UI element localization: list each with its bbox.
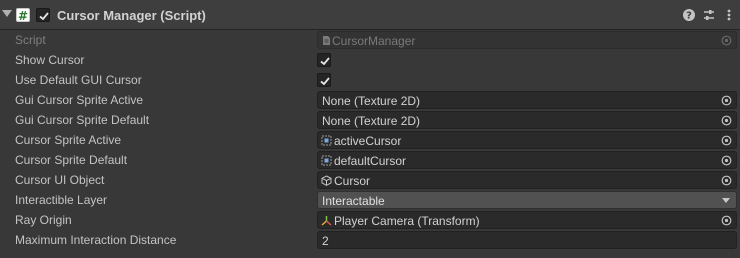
show-cursor-label: Show Cursor <box>15 53 85 67</box>
show-cursor-checkbox[interactable] <box>317 53 331 67</box>
foldout-arrow-icon[interactable] <box>2 10 12 17</box>
object-picker-icon[interactable] <box>721 215 732 226</box>
gui-cursor-sprite-default-label: Gui Cursor Sprite Default <box>15 113 150 127</box>
cursor-ui-object-label: Cursor UI Object <box>15 173 105 187</box>
gui-cursor-sprite-default-value: None (Texture 2D) <box>322 114 421 128</box>
gui-cursor-sprite-active-label: Gui Cursor Sprite Active <box>15 93 144 107</box>
svg-text:?: ? <box>686 11 692 22</box>
row-show-cursor: Show Cursor <box>0 50 740 70</box>
row-use-default-gui-cursor: Use Default GUI Cursor <box>0 70 740 90</box>
script-field: CursorManager <box>317 31 737 49</box>
component-title: Cursor Manager (Script) <box>57 8 206 23</box>
object-picker-icon[interactable] <box>721 155 732 166</box>
script-file-icon <box>323 36 330 45</box>
cursor-sprite-default-value: defaultCursor <box>334 154 407 168</box>
object-picker-icon[interactable] <box>721 115 732 126</box>
cursor-sprite-active-field[interactable]: activeCursor <box>317 131 737 149</box>
max-interaction-distance-label: Maximum Interaction Distance <box>15 233 177 247</box>
ray-origin-label: Ray Origin <box>15 213 72 227</box>
cursor-ui-object-value: Cursor <box>334 174 371 188</box>
transform-axes-icon <box>321 216 332 226</box>
help-icon[interactable]: ? <box>682 8 696 22</box>
script-icon: # <box>16 8 30 23</box>
row-gui-cursor-sprite-active: Gui Cursor Sprite Active None (Texture 2… <box>0 90 740 110</box>
script-label: Script <box>15 33 46 47</box>
gameobject-cube-icon <box>321 175 332 186</box>
row-cursor-ui-object: Cursor UI Object Cursor <box>0 170 740 190</box>
gui-cursor-sprite-default-field[interactable]: None (Texture 2D) <box>317 111 737 129</box>
cursor-ui-object-field[interactable]: Cursor <box>317 171 737 189</box>
cursor-sprite-active-label: Cursor Sprite Active <box>15 133 122 147</box>
script-value: CursorManager <box>332 34 416 48</box>
object-picker-icon[interactable] <box>721 95 732 106</box>
use-default-gui-cursor-label: Use Default GUI Cursor <box>15 73 142 87</box>
preset-icon[interactable] <box>702 8 716 22</box>
use-default-gui-cursor-checkbox[interactable] <box>317 73 331 87</box>
interactible-layer-dropdown[interactable]: Interactable <box>317 191 737 209</box>
row-script: Script CursorManager <box>0 30 740 50</box>
gui-cursor-sprite-active-value: None (Texture 2D) <box>322 94 421 108</box>
more-menu-icon[interactable] <box>722 8 736 22</box>
sprite-icon <box>321 155 332 166</box>
object-picker-icon <box>721 35 732 46</box>
interactible-layer-value: Interactable <box>322 194 385 208</box>
max-interaction-distance-input[interactable]: 2 <box>317 231 737 249</box>
row-ray-origin: Ray Origin Player Camera (Transform) <box>0 210 740 230</box>
cursor-sprite-default-field[interactable]: defaultCursor <box>317 151 737 169</box>
interactible-layer-label: Interactible Layer <box>15 193 108 207</box>
cursor-sprite-default-label: Cursor Sprite Default <box>15 153 128 167</box>
object-picker-icon[interactable] <box>721 135 732 146</box>
component-header[interactable]: # Cursor Manager (Script) ? <box>0 0 740 30</box>
row-max-interaction-distance: Maximum Interaction Distance 2 <box>0 230 740 250</box>
ray-origin-field[interactable]: Player Camera (Transform) <box>317 211 737 229</box>
sprite-icon <box>321 135 332 146</box>
ray-origin-value: Player Camera (Transform) <box>334 214 480 228</box>
component-enabled-checkbox[interactable] <box>36 8 50 22</box>
row-gui-cursor-sprite-default: Gui Cursor Sprite Default None (Texture … <box>0 110 740 130</box>
max-interaction-distance-value: 2 <box>322 234 329 248</box>
cursor-sprite-active-value: activeCursor <box>334 134 402 148</box>
row-interactible-layer: Interactible Layer Interactable <box>0 190 740 210</box>
dropdown-arrow-icon <box>722 198 730 203</box>
row-cursor-sprite-active: Cursor Sprite Active activeCursor <box>0 130 740 150</box>
row-cursor-sprite-default: Cursor Sprite Default defaultCursor <box>0 150 740 170</box>
gui-cursor-sprite-active-field[interactable]: None (Texture 2D) <box>317 91 737 109</box>
object-picker-icon[interactable] <box>721 175 732 186</box>
